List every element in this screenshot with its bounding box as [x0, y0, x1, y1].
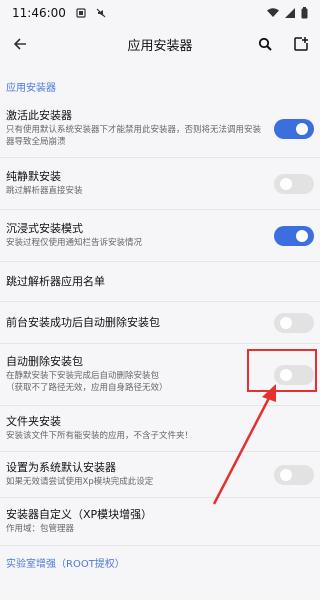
setting-description: 安装过程仅使用通知栏告诉安装情况 [6, 238, 143, 248]
status-time: 11:46:00 [12, 6, 66, 20]
signal-icon [285, 8, 295, 18]
setting-title: 前台安装成功后自动删除安装包 [6, 315, 160, 329]
setting-description: 作用域：包管理器 [6, 524, 75, 534]
setting-folder-install[interactable]: 文件夹安装 安装该文件下所有能安装的应用，不含子文件夹！ [0, 406, 320, 452]
section-header-installer: 应用安装器 [6, 82, 56, 94]
activate-installer-toggle[interactable] [274, 118, 314, 139]
setting-immersive-mode[interactable]: 沉浸式安装模式 安装过程仅使用通知栏告诉安装情况 [0, 210, 320, 262]
setting-title: 自动删除安装包 [6, 355, 83, 368]
setting-silent-install[interactable]: 纯静默安装 跳过解析器直接安装 [0, 158, 320, 210]
mute-icon [96, 8, 106, 18]
silent-install-toggle[interactable] [274, 173, 314, 194]
setting-installer-customize[interactable]: 安装器自定义（XP模块增强） 作用域：包管理器 [0, 498, 320, 546]
setting-skip-parser-list[interactable]: 跳过解析器应用名单 [0, 262, 320, 302]
toggle-knob [280, 468, 292, 481]
setting-description: 只有使用默认系统安装器下才能禁用此安装器，否则将无法调用安装器导致全局崩溃 [6, 125, 262, 147]
back-arrow-icon[interactable] [8, 32, 32, 56]
setting-title: 激活此安装器 [6, 109, 72, 122]
setting-title: 沉浸式安装模式 [6, 222, 83, 235]
wifi-icon [267, 8, 279, 18]
highlight-box [247, 349, 317, 392]
setting-title: 设置为系统默认安装器 [6, 461, 116, 474]
notification-icon [76, 8, 86, 18]
setting-description: 安装该文件下所有能安装的应用，不含子文件夹！ [6, 431, 194, 441]
setting-default-installer[interactable]: 设置为系统默认安装器 如果无效请尝试使用Xp模块完成此设定 [0, 452, 320, 498]
setting-description: 跳过解析器直接安装 [6, 186, 83, 196]
setting-delete-after-foreground-install[interactable]: 前台安装成功后自动删除安装包 [0, 302, 320, 344]
delete-after-foreground-toggle[interactable] [274, 312, 314, 333]
setting-title: 安装器自定义（XP模块增强） [6, 508, 153, 521]
immersive-mode-toggle[interactable] [274, 225, 314, 246]
toggle-knob [296, 229, 308, 242]
battery-icon [301, 7, 308, 19]
setting-activate-installer[interactable]: 激活此安装器 只有使用默认系统安装器下才能禁用此安装器，否则将无法调用安装器导致… [0, 100, 320, 158]
setting-title: 跳过解析器应用名单 [6, 274, 105, 288]
toggle-knob [296, 122, 308, 135]
default-installer-toggle[interactable] [274, 464, 314, 485]
search-icon[interactable] [254, 33, 276, 55]
toggle-knob [280, 177, 292, 190]
setting-title: 纯静默安装 [6, 170, 61, 183]
add-icon[interactable] [290, 33, 312, 55]
setting-title: 文件夹安装 [6, 415, 61, 428]
app-bar: 应用安装器 [0, 26, 320, 62]
section-header-lab: 实验室增强（ROOT提权） [6, 558, 125, 570]
toggle-knob [280, 316, 292, 329]
setting-description: 如果无效请尝试使用Xp模块完成此设定 [6, 477, 154, 487]
setting-description: 在静默安装下安装完成后自动删除安装包 （获取不了路径无效，应用自身路径无效） [6, 371, 168, 393]
status-bar: 11:46:00 [0, 0, 320, 26]
